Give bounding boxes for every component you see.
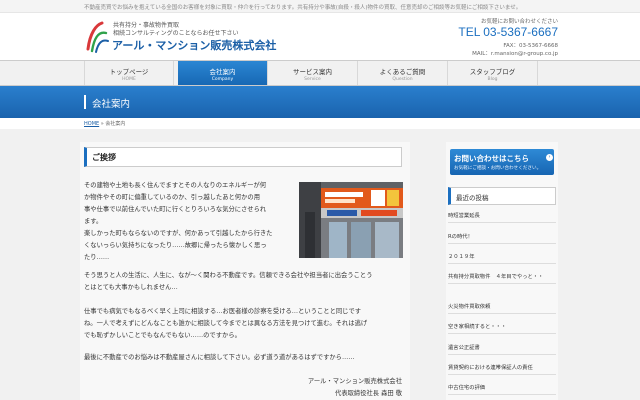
section-title: ご挨拶: [92, 153, 116, 162]
nav-sublabel: HOME: [122, 77, 136, 82]
recent-post-link[interactable]: 中古住宅の評価: [448, 384, 556, 395]
greeting-paragraph-3: そう思うと人の生活に、人生に、なが〜く関わる不動産です。信頼できる会社や担当者に…: [84, 270, 414, 294]
recent-post-link[interactable]: 遺言公正証書: [448, 344, 556, 355]
text-line: でも恥ずかしいことでもなんでもない……のですから。: [84, 332, 241, 339]
nav-sublabel: Service: [304, 77, 321, 82]
nav-item-blog[interactable]: スタッフブログ Blog: [448, 61, 538, 85]
sidebar: [446, 142, 558, 400]
banner-divider: [84, 95, 86, 109]
contact-button-sublabel: お気軽にご相談・お問い合わせください。: [454, 166, 542, 171]
text-line: ね。一人で考えずにどんなことも誰かに相談して今までとは異なる方法を見つけて進む。…: [84, 320, 368, 327]
greeting-paragraph-2: 楽しかった町もならないのですが、何かあって引越したから行きた くないっらい気持ち…: [84, 228, 296, 264]
recent-posts-heading: 最近の投稿: [448, 187, 556, 205]
contact-prompt: お気軽にお問い合わせください: [480, 19, 558, 25]
company-name[interactable]: アール・マンション販売株式会社: [112, 37, 276, 53]
signature-representative: 代表取締役社長 森田 敬: [335, 390, 402, 397]
text-line: 最後に不動産でのお悩みは不動産屋さんに相談して下さい。必ず道う道があるはずですか…: [84, 354, 355, 361]
nav-sublabel: Question: [392, 77, 413, 82]
recent-post-link[interactable]: ２０１９年: [448, 253, 556, 264]
top-info-bar: 不動産売買でお悩みを抱えている全国のお客様を対象に買取・仲介を行っております。共…: [0, 0, 640, 13]
text-line: 楽しかった町もならないのですが、何かあって引越したから行きた: [84, 230, 273, 237]
phone-number[interactable]: TEL 03-5367-6667: [458, 25, 558, 39]
breadcrumb: HOME » 会社案内: [84, 120, 125, 127]
signature-company: アール・マンション販売株式会社: [307, 378, 402, 385]
nav-label: トップページ: [109, 68, 149, 76]
text-line: か物件やその町に偏重しているのか、引っ越したあと何かの用: [84, 194, 260, 201]
recent-post-link[interactable]: 賃貸契約における連帯保証人の責任: [448, 364, 556, 375]
nav-sublabel: Blog: [487, 77, 498, 82]
contact-us-button[interactable]: お問い合わせはこちら › お気軽にご相談・お問い合わせください。: [450, 149, 554, 175]
text-line: ます。: [84, 218, 103, 225]
nav-label: 会社案内: [209, 68, 236, 76]
chevron-right-icon: ›: [546, 154, 553, 161]
greeting-paragraph-4: 仕事でも病気でもなるべく早く上司に相談する…お医者様の診察を受ける…ということと…: [84, 306, 414, 342]
office-storefront-photo: [299, 182, 403, 258]
recent-post-link[interactable]: 火災物件買取依頼: [448, 303, 556, 314]
recent-post-link[interactable]: Rの時代！: [448, 233, 556, 244]
email-address[interactable]: MAIL：r.mansion@r-group.co.jp: [472, 49, 558, 57]
tagline-secondary: 相続コンサルティングのことならお任せ下さい: [113, 30, 239, 37]
text-line: とはとても大事かもしれません…: [84, 284, 178, 291]
contact-button-label: お問い合わせはこちら: [454, 154, 529, 163]
text-line: くないっらい気持ちになったり……故郷に帰ったら懐かしく思っ: [84, 242, 267, 249]
recent-post-link[interactable]: 時短営業延長: [448, 212, 556, 223]
nav-item-question[interactable]: よくあるご質問 Question: [358, 61, 448, 85]
greeting-paragraph-1: その建物や土地も長く住んでますとその人なりのエネルギーが何 か物件やその町に偏重…: [84, 180, 296, 228]
breadcrumb-current: 会社案内: [105, 121, 126, 127]
recent-post-link[interactable]: 共有持分買取物件 ４年目でやっと・・: [448, 273, 556, 284]
nav-label: スタッフブログ: [469, 68, 516, 76]
section-heading: ご挨拶: [84, 147, 402, 167]
nav-sublabel: Company: [211, 77, 234, 82]
nav-item-company[interactable]: 会社案内 Company: [178, 61, 268, 85]
greeting-paragraph-5: 最後に不動産でのお悩みは不動産屋さんに相談して下さい。必ず道う道があるはずですか…: [84, 352, 414, 364]
text-line: 仕事でも病気でもなるべく早く上司に相談する…お医者様の診察を受ける…ということと…: [84, 308, 362, 315]
text-line: その建物や土地も長く住んでますとその人なりのエネルギーが何: [84, 182, 267, 189]
nav-label: サービス案内: [293, 68, 332, 76]
text-line: たり……: [84, 254, 110, 261]
text-line: 事や仕事で以前住んでいた町に行くとりろいろな気分にさせられ: [84, 206, 267, 213]
nav-item-service[interactable]: サービス案内 Service: [268, 61, 358, 85]
main-navigation: トップページ HOME 会社案内 Company サービス案内 Service …: [0, 60, 640, 86]
site-intro-text: 不動産売買でお悩みを抱えている全国のお客様を対象に買取・仲介を行っております。共…: [84, 5, 522, 11]
page-banner: 会社案内: [0, 86, 640, 118]
company-logo-icon[interactable]: [84, 19, 110, 55]
nav-label: よくあるご質問: [379, 68, 426, 76]
recent-post-link[interactable]: 空き家相続すると・・・: [448, 323, 556, 334]
breadcrumb-home-link[interactable]: HOME: [84, 121, 99, 127]
nav-item-home[interactable]: トップページ HOME: [84, 61, 174, 85]
fax-number: FAX：03-5367-6668: [503, 43, 558, 49]
recent-posts-title: 最近の投稿: [456, 194, 489, 202]
page-title: 会社案内: [92, 99, 131, 110]
text-line: そう思うと人の生活に、人生に、なが〜く関わる不動産です。信頼できる会社や担当者に…: [84, 272, 373, 279]
